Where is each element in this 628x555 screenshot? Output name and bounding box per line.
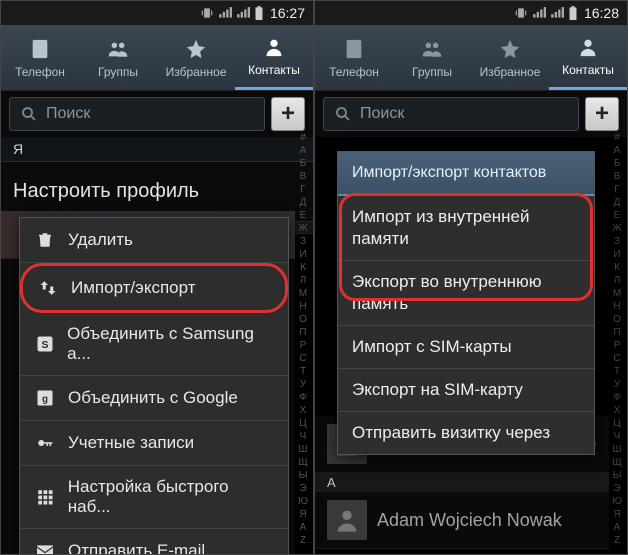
search-placeholder: Поиск [46, 105, 90, 123]
plus-icon: + [595, 100, 609, 128]
signal-icon [532, 6, 546, 20]
tab-label: Телефон [329, 65, 379, 79]
tab-phone[interactable]: Телефон [1, 25, 79, 90]
signal-icon-2 [236, 6, 250, 20]
groups-icon [106, 37, 130, 61]
menu-label: Импорт/экспорт [71, 278, 196, 298]
tab-contacts[interactable]: Контакты [235, 25, 313, 90]
phone-icon [342, 37, 366, 61]
groups-icon [420, 37, 444, 61]
vibrate-icon [514, 6, 528, 20]
status-bar: 16:27 [1, 1, 313, 25]
phone-icon [28, 37, 52, 61]
alpha-index-scroll[interactable]: #АБВГДЕЖЗИКЛМНОПРСТУФХЦЧШЩЫЭЮЯAZ [609, 131, 625, 550]
signal-icon-2 [550, 6, 564, 20]
tab-favorites[interactable]: Избранное [157, 25, 235, 90]
import-export-dialog: Импорт/экспорт контактов Импорт из внутр… [337, 151, 595, 455]
dialog-item-export-internal[interactable]: Экспорт во внутреннюю память [338, 261, 594, 326]
status-icons [514, 6, 578, 20]
dialog-item-import-internal[interactable]: Импорт из внутренней памяти [338, 196, 594, 261]
search-row: Поиск + [1, 91, 313, 137]
search-input[interactable]: Поиск [323, 97, 579, 131]
menu-item-speed-dial[interactable]: Настройка быстрого наб... [20, 466, 288, 529]
dialog-title: Импорт/экспорт контактов [338, 152, 594, 196]
tab-bar: Телефон Группы Избранное Контакты [1, 25, 313, 91]
menu-label: Объединить с Google [68, 388, 238, 408]
status-time: 16:27 [270, 5, 305, 21]
add-contact-button[interactable]: + [585, 97, 619, 131]
status-icons [200, 6, 264, 20]
avatar [327, 500, 367, 540]
search-input[interactable]: Поиск [9, 97, 265, 131]
options-menu: Удалить Импорт/экспорт S Объединить с Sa… [19, 217, 289, 555]
dialpad-icon [34, 486, 56, 508]
search-placeholder: Поиск [360, 105, 404, 123]
contact-icon [576, 35, 600, 59]
menu-label: Настройка быстрого наб... [68, 477, 274, 517]
status-time: 16:28 [584, 5, 619, 21]
menu-label: Объединить с Samsung a... [67, 324, 274, 364]
tab-label: Контакты [248, 63, 300, 77]
section-header-self: Я [1, 137, 313, 162]
tab-contacts[interactable]: Контакты [549, 25, 627, 90]
tab-label: Телефон [15, 65, 65, 79]
contact-name: Adam Wojciech Nowak [377, 510, 562, 531]
contact-row[interactable]: Adam Wojciech Nowak [315, 492, 609, 549]
section-header-a: A [315, 473, 609, 492]
samsung-icon: S [34, 333, 55, 355]
phone-screen-right: 16:28 Телефон Группы Избранное Контакты [314, 0, 628, 555]
tab-favorites[interactable]: Избранное [471, 25, 549, 90]
menu-item-merge-samsung[interactable]: S Объединить с Samsung a... [20, 313, 288, 376]
tab-groups[interactable]: Группы [393, 25, 471, 90]
star-icon [184, 37, 208, 61]
dialog-item-import-sim[interactable]: Импорт с SIM-карты [338, 326, 594, 369]
svg-text:g: g [42, 394, 48, 405]
google-icon: g [34, 387, 56, 409]
battery-icon [568, 6, 578, 20]
tab-label: Группы [98, 65, 138, 79]
trash-icon [34, 229, 56, 251]
dialog-item-export-sim[interactable]: Экспорт на SIM-карту [338, 369, 594, 412]
star-icon [498, 37, 522, 61]
search-icon [20, 105, 38, 123]
battery-icon [254, 6, 264, 20]
search-row: Поиск + [315, 91, 627, 137]
menu-label: Удалить [68, 230, 133, 250]
tab-groups[interactable]: Группы [79, 25, 157, 90]
signal-icon [218, 6, 232, 20]
tab-label: Группы [412, 65, 452, 79]
key-icon [34, 432, 56, 454]
phone-screen-left: 16:27 Телефон Группы Избранное Контакты [0, 0, 314, 555]
svg-text:S: S [41, 339, 48, 351]
menu-label: Отправить E-mail [68, 541, 205, 555]
plus-icon: + [281, 100, 295, 128]
status-bar: 16:28 [315, 1, 627, 25]
menu-item-merge-google[interactable]: g Объединить с Google [20, 376, 288, 421]
import-export-icon [37, 277, 59, 299]
tab-label: Избранное [166, 65, 227, 79]
menu-label: Учетные записи [68, 433, 194, 453]
tab-phone[interactable]: Телефон [315, 25, 393, 90]
vibrate-icon [200, 6, 214, 20]
menu-item-import-export[interactable]: Импорт/экспорт [20, 263, 288, 313]
search-icon [334, 105, 352, 123]
tab-bar: Телефон Группы Избранное Контакты [315, 25, 627, 91]
menu-item-send-email[interactable]: Отправить E-mail [20, 529, 288, 555]
email-icon [34, 540, 56, 555]
tab-label: Контакты [562, 63, 614, 77]
menu-item-delete[interactable]: Удалить [20, 218, 288, 263]
dialog-item-send-vcard[interactable]: Отправить визитку через [338, 412, 594, 454]
contact-icon [262, 35, 286, 59]
add-contact-button[interactable]: + [271, 97, 305, 131]
tab-label: Избранное [480, 65, 541, 79]
menu-item-accounts[interactable]: Учетные записи [20, 421, 288, 466]
